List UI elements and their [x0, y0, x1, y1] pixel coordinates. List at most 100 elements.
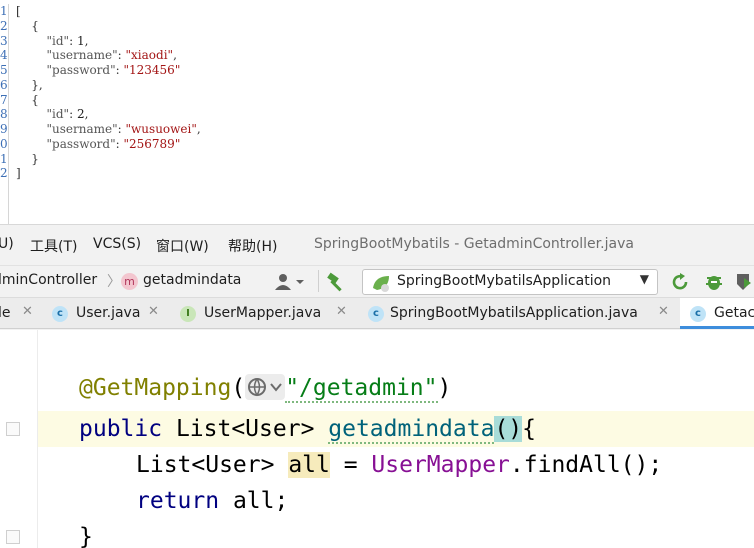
- line-number: 3: [0, 33, 8, 48]
- line-number: 5: [0, 63, 8, 77]
- editor-gutter: [0, 330, 38, 548]
- web-endpoint-icon[interactable]: [245, 373, 286, 400]
- close-icon[interactable]: ✕: [148, 304, 159, 319]
- code-line-return: return all;: [136, 486, 288, 516]
- json-line: ]: [16, 166, 201, 181]
- json-line: "username": "xiaodi",: [16, 48, 201, 63]
- tab-application-java[interactable]: c SpringBootMybatilsApplication.java ✕: [362, 298, 680, 329]
- ide-window: U) 工具(T) VCS(S) 窗口(W) 帮助(H) SpringBootMy…: [0, 224, 754, 548]
- class-icon: c: [690, 306, 706, 322]
- breadcrumb-controller[interactable]: lminController: [0, 272, 97, 288]
- json-content: [ { "id": 1, "username": "xiaodi", "pass…: [16, 4, 201, 181]
- type-token: List<User>: [162, 416, 329, 442]
- tab-label: UserMapper.java: [204, 305, 322, 321]
- json-punctuation: {: [31, 18, 39, 33]
- json-string-value: "xiaodi": [125, 48, 174, 63]
- run-configuration-select[interactable]: SpringBootMybatilsApplication ▼: [362, 269, 658, 295]
- json-line: "password": "123456": [16, 63, 201, 78]
- json-comma: ,: [196, 122, 201, 136]
- build-hammer-icon[interactable]: [326, 272, 348, 296]
- keyword-token: public: [79, 416, 163, 442]
- window-title: SpringBootMybatils - GetadminController.…: [314, 236, 634, 252]
- code-line-annotation: @GetMapping("/getadmin"): [79, 373, 451, 403]
- line-number: 1: [0, 4, 8, 18]
- json-punctuation: [: [16, 4, 21, 18]
- operator-token: =: [329, 452, 372, 478]
- line-number: 8: [0, 107, 8, 122]
- spring-class-icon: c: [368, 306, 384, 322]
- json-key: "password": [46, 63, 116, 77]
- json-key: "username": [46, 48, 118, 63]
- json-string-value: "256789": [123, 136, 181, 151]
- line-number: 6: [0, 77, 8, 92]
- code-line-close: }: [79, 522, 93, 548]
- tab-getadmincontroller-java[interactable]: c Getac: [680, 298, 754, 329]
- json-line: "password": "256789": [16, 137, 201, 152]
- code-editor[interactable]: @GetMapping("/getadmin") public List<Use…: [0, 330, 754, 548]
- menu-item-refactor[interactable]: U): [0, 236, 14, 252]
- close-icon[interactable]: ✕: [658, 304, 669, 319]
- method-name-token: getadmindata: [328, 416, 495, 444]
- interface-icon: I: [180, 306, 196, 322]
- run-configuration-label: SpringBootMybatilsApplication: [397, 273, 612, 289]
- caret-parens-token: (): [494, 416, 523, 442]
- json-separator: :: [69, 33, 77, 48]
- breadcrumb-separator-icon: 〉: [107, 274, 121, 290]
- annotation-token: @GetMapping: [79, 375, 232, 401]
- call-token: .findAll();: [509, 452, 663, 478]
- json-separator: :: [117, 122, 126, 136]
- json-number-value: 1: [76, 33, 85, 48]
- tab-label: SpringBootMybatilsApplication.java: [390, 305, 638, 321]
- json-key: "username": [46, 122, 118, 136]
- user-icon[interactable]: [274, 272, 308, 296]
- tab-label: Getac: [714, 305, 754, 321]
- fold-icon[interactable]: [6, 530, 20, 544]
- menu-item-vcs[interactable]: VCS(S): [93, 236, 141, 252]
- json-line: "id": 1,: [16, 34, 201, 49]
- json-line: "username": "wusuowei",: [16, 122, 201, 137]
- divider: [318, 270, 320, 296]
- line-number: 7: [0, 92, 8, 107]
- brace-token: }: [79, 524, 93, 548]
- variable-token: all: [288, 452, 330, 478]
- tab-usermapper-java[interactable]: I UserMapper.java ✕: [174, 298, 356, 329]
- json-line: [: [16, 4, 201, 19]
- json-line: }: [16, 152, 201, 167]
- navigation-bar: lminController 〉 m getadmindata SpringBo…: [0, 265, 754, 297]
- json-separator: :: [69, 107, 77, 122]
- path-string-token: "/getadmin": [285, 375, 438, 403]
- json-response-viewer: 123456789012 [ { "id": 1, "username": "x…: [0, 0, 754, 224]
- brace-token: {: [522, 416, 536, 442]
- menu-item-help[interactable]: 帮助(H): [228, 236, 277, 256]
- tab-user-java[interactable]: c User.java ✕: [46, 298, 170, 329]
- menu-item-window[interactable]: 窗口(W): [156, 236, 209, 256]
- json-line: },: [16, 78, 201, 93]
- keyword-token: return: [136, 488, 220, 514]
- paren-token: (: [231, 375, 246, 401]
- fold-icon[interactable]: [6, 422, 20, 436]
- close-icon[interactable]: ✕: [336, 304, 347, 319]
- menu-bar: U) 工具(T) VCS(S) 窗口(W) 帮助(H) SpringBootMy…: [0, 231, 754, 257]
- json-key: "id": [46, 107, 70, 122]
- json-line: {: [16, 19, 201, 34]
- line-number: 4: [0, 48, 8, 63]
- line-number: 0: [0, 136, 8, 151]
- json-separator: :: [117, 48, 126, 63]
- tab-partial[interactable]: le ✕: [0, 298, 42, 329]
- menu-item-tools[interactable]: 工具(T): [30, 236, 77, 256]
- debug-bug-icon[interactable]: [703, 272, 725, 296]
- json-punctuation: {: [31, 92, 39, 107]
- json-string-value: "wusuowei": [125, 122, 197, 136]
- breadcrumb-method[interactable]: getadmindata: [143, 272, 241, 288]
- json-punctuation: ]: [16, 166, 21, 181]
- coverage-icon[interactable]: [734, 272, 754, 296]
- close-icon[interactable]: ✕: [22, 304, 33, 319]
- type-token: List<User>: [136, 452, 289, 478]
- rerun-icon[interactable]: [670, 272, 690, 296]
